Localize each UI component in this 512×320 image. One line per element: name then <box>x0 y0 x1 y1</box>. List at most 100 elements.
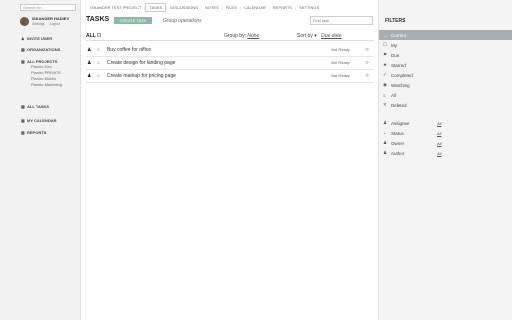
tab-discussions[interactable]: DISCUSSIONS <box>167 4 201 11</box>
filter-due[interactable]: ⚑ Due <box>379 50 512 60</box>
sidebar-item-invite-user[interactable]: ♟ INVITE USER <box>21 35 52 41</box>
sidebar-item-label: ALL PROJECTS <box>27 58 58 64</box>
group-by-dropdown[interactable]: None <box>247 33 259 39</box>
table-row[interactable]: ♟ ≡ Create design for landing page Not R… <box>86 57 374 70</box>
filter-label: Current <box>391 32 407 38</box>
tab-tasks[interactable]: TASKS <box>145 2 167 12</box>
filter-starred[interactable]: ★ Starred <box>379 60 512 70</box>
list-icon: ≡ <box>383 92 386 98</box>
user-profile: ISKANDER HADIEV Settings Logout <box>20 16 69 26</box>
eye-icon: ◉ <box>383 82 387 87</box>
checkbox-icon: ☐ <box>383 42 388 47</box>
sidebar-item-label: INVITE USER <box>27 35 53 41</box>
task-list-header: ALL Group by: None Sort by ▾ Due date <box>86 31 374 41</box>
all-label: ALL <box>86 33 96 39</box>
sidebar-item-organizations[interactable]: ▦ ORGANIZATIONS <box>21 46 60 52</box>
profile-name: ISKANDER HADIEV <box>32 16 70 21</box>
filter-owner-dropdown[interactable]: All <box>437 141 441 146</box>
filter-assignee-dropdown[interactable]: All <box>437 121 441 126</box>
sidebar-item-label: ORGANIZATIONS <box>27 46 61 52</box>
task-title[interactable]: Create markup for pricing page <box>107 73 176 79</box>
filter-assignee: ♟ Assignee All <box>379 118 512 128</box>
task-search-input[interactable]: Find task <box>310 16 373 25</box>
sidebar-project-item[interactable]: Planiro Marketing <box>21 82 62 88</box>
tab-settings[interactable]: SETTINGS <box>296 4 322 11</box>
sidebar-item-label: MY CALENDAR <box>27 117 57 123</box>
tab-calendar[interactable]: CALENDAR <box>241 4 269 11</box>
drag-handle-icon[interactable]: ≡ <box>97 47 100 52</box>
task-title[interactable]: Buy coffee for office <box>107 47 151 53</box>
sidebar-item-reports[interactable]: ▦ REPORTS <box>21 129 46 135</box>
sort-by-dropdown[interactable]: Due date <box>321 33 341 39</box>
sidebar-item-label: ALL TASKS <box>27 103 50 109</box>
create-task-button[interactable]: CREATE TASK <box>114 17 152 24</box>
table-row[interactable]: ♟ ≡ Create markup for pricing page Not R… <box>86 70 374 83</box>
task-status[interactable]: Not Ready <box>331 60 350 65</box>
status-icon: ◔ <box>383 130 386 136</box>
filter-author: ♟ Author All <box>379 148 512 158</box>
person-icon: ♟ <box>87 73 92 79</box>
page-title: TASKS <box>86 16 110 23</box>
sort-by: Sort by ▾ Due date <box>297 33 341 39</box>
sidebar-item-label: REPORTS <box>27 129 47 135</box>
star-icon: ★ <box>383 62 388 67</box>
filter-label: Status <box>391 130 404 136</box>
person-icon: ♟ <box>383 140 388 145</box>
task-status[interactable]: Not Ready <box>331 73 350 78</box>
drag-handle-icon[interactable]: ≡ <box>97 60 100 65</box>
person-icon: ♟ <box>87 60 92 66</box>
filters-title: FILTERS <box>385 18 406 24</box>
filter-current[interactable]: → Current <box>379 30 512 40</box>
person-icon: ♟ <box>87 47 92 53</box>
task-title[interactable]: Create design for landing page <box>107 60 175 66</box>
filters-panel: FILTERS → Current ☐ My ⚑ Due ★ Starred ✓… <box>378 0 512 320</box>
sidebar-item-my-calendar[interactable]: ▦ MY CALENDAR <box>21 117 56 123</box>
filter-owner: ♟ Owner All <box>379 138 512 148</box>
filter-completed[interactable]: ✓ Completed <box>379 70 512 80</box>
filter-label: All <box>391 92 397 98</box>
filter-watching[interactable]: ◉ Watching <box>379 80 512 90</box>
filter-my[interactable]: ☐ My <box>379 40 512 50</box>
filter-all[interactable]: ≡ All <box>379 90 512 100</box>
checkmark-icon: ✓ <box>383 72 387 77</box>
tab-reports[interactable]: REPORTS <box>270 4 295 11</box>
filter-label: Author <box>391 150 405 156</box>
gear-icon[interactable]: ⚙ <box>365 73 369 79</box>
sort-by-label: Sort by <box>297 33 313 39</box>
filter-label: Starred <box>391 62 406 68</box>
gear-icon[interactable]: ⚙ <box>365 47 369 53</box>
filter-label: Due <box>391 52 400 58</box>
left-sidebar: Search for... ISKANDER HADIEV Settings L… <box>0 0 81 320</box>
person-icon: ♟ <box>383 120 388 125</box>
logout-link[interactable]: Logout <box>50 22 61 26</box>
sidebar-search-input[interactable]: Search for... <box>20 4 76 11</box>
sidebar-item-all-tasks[interactable]: ▦ ALL TASKS <box>21 103 49 109</box>
group-operations-link[interactable]: Group operations <box>163 18 202 24</box>
person-icon: ♟ <box>383 150 388 155</box>
filter-label: Owner <box>391 140 405 146</box>
arrow-right-icon: → <box>383 32 388 38</box>
trash-icon: ✕ <box>383 102 387 107</box>
avatar[interactable] <box>20 17 29 26</box>
gear-icon[interactable]: ⚙ <box>365 60 369 66</box>
filter-label: Deleted <box>391 102 407 108</box>
drag-handle-icon[interactable]: ≡ <box>97 73 100 78</box>
project-tabs: ISKANDER TEST PROJECT | TASKS | DISCUSSI… <box>87 2 322 12</box>
group-by-label: Group by <box>224 33 245 39</box>
tab-notes[interactable]: NOTES <box>202 4 222 11</box>
settings-link[interactable]: Settings <box>32 22 45 26</box>
filter-status-dropdown[interactable]: All <box>437 131 441 136</box>
filter-label: Watching <box>391 82 410 88</box>
flag-icon: ⚑ <box>383 52 388 57</box>
tab-project[interactable]: ISKANDER TEST PROJECT <box>87 4 144 11</box>
table-row[interactable]: ♟ ≡ Buy coffee for office Not Ready ⚙ <box>86 44 374 57</box>
filter-deleted[interactable]: ✕ Deleted <box>379 100 512 110</box>
tab-files[interactable]: FILES <box>223 4 240 11</box>
select-all-checkbox[interactable] <box>97 33 101 37</box>
filter-label: My <box>391 42 397 48</box>
filter-label: Assignee <box>391 120 410 126</box>
filter-author-dropdown[interactable]: All <box>437 151 441 156</box>
sort-arrow-icon[interactable]: ▾ <box>314 33 317 39</box>
group-by: Group by: None <box>224 33 260 39</box>
task-status[interactable]: Not Ready <box>331 47 350 52</box>
